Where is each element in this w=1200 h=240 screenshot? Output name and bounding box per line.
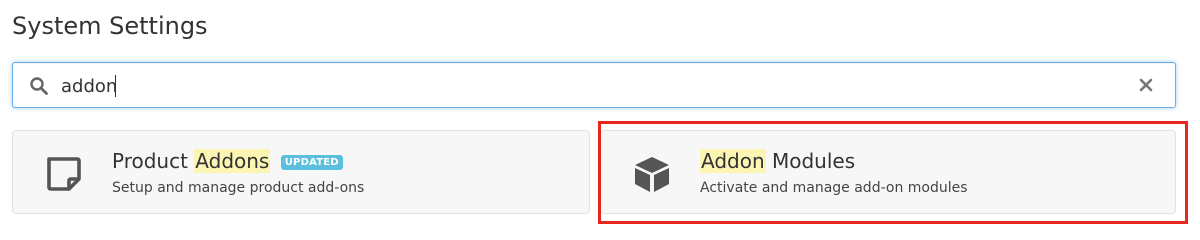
text-caret xyxy=(115,75,116,97)
search-match-highlight: Addon xyxy=(700,149,766,173)
result-title: Product Addons UPDATED xyxy=(112,148,343,174)
updated-badge: UPDATED xyxy=(280,155,343,170)
clear-search-icon[interactable] xyxy=(1135,74,1157,96)
result-title-prefix: Product xyxy=(112,149,195,173)
result-description: Setup and manage product add-ons xyxy=(112,180,365,196)
result-card-product-addons[interactable]: Product Addons UPDATED Setup and manage … xyxy=(12,130,590,214)
result-title: Addon Modules xyxy=(700,148,855,174)
cube-icon xyxy=(635,157,669,192)
search-input[interactable] xyxy=(61,71,1121,101)
result-card-addon-modules[interactable]: Addon Modules Activate and manage add-on… xyxy=(600,130,1176,214)
result-description: Activate and manage add-on modules xyxy=(700,180,968,196)
page-title: System Settings xyxy=(12,12,208,40)
search-icon xyxy=(30,77,48,95)
settings-search-box[interactable] xyxy=(12,62,1176,108)
result-title-suffix: Modules xyxy=(765,149,856,173)
sticky-note-icon xyxy=(47,157,81,191)
search-match-highlight: Addons xyxy=(194,149,271,173)
